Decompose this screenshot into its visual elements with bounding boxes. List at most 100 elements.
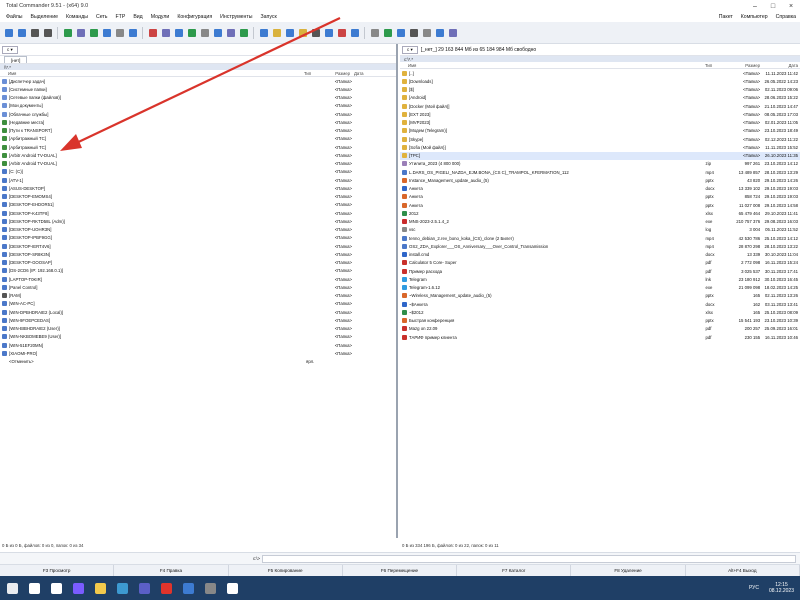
left-file-row[interactable]: [RAM] <Папка>: [0, 292, 396, 300]
right-file-row[interactable]: [Sofia (Мой файл)] <Папка> 11.11.2023 15:5…: [400, 143, 800, 151]
toolbar-button[interactable]: [298, 28, 308, 38]
left-file-row[interactable]: [Пути к TRANSPORT] <Папка>: [0, 127, 396, 135]
left-file-row[interactable]: [DESKTOP-RKTD58L (Adm)] <Папка>: [0, 217, 396, 225]
left-file-row[interactable]: [WIN-DPBHDRAIE2 (Local)] <Папка>: [0, 308, 396, 316]
menu-item[interactable]: Вид: [129, 14, 146, 20]
left-file-row[interactable]: [ASUS-DESKTOP] <Папка>: [0, 184, 396, 192]
toolbar-button[interactable]: [285, 28, 295, 38]
right-file-row[interactable]: Анкета pptx 858 724 29.10.2023 19:03: [400, 193, 800, 201]
function-key-button[interactable]: F6 Перемещение: [343, 565, 458, 576]
menu-item[interactable]: Модули: [147, 14, 174, 20]
menu-item[interactable]: FTP: [112, 14, 130, 20]
search-icon[interactable]: [24, 578, 44, 598]
menu-item[interactable]: Выделение: [26, 14, 62, 20]
toolbar-button[interactable]: [448, 28, 458, 38]
language-indicator[interactable]: РУС: [749, 585, 759, 591]
menu-item-right[interactable]: Пакет: [715, 14, 737, 20]
right-file-row[interactable]: [$] <Папка> 02.11.2023 09:06: [400, 86, 800, 94]
right-file-row[interactable]: Telegram lnk 23 180 912 30.10.2023 16:45: [400, 275, 800, 283]
right-file-row[interactable]: [TPC] <Папка> 26.10.2023 11:35: [400, 151, 800, 160]
toolbar-button[interactable]: [4, 28, 14, 38]
toolbar-button[interactable]: [187, 28, 197, 38]
toolbar-button[interactable]: [435, 28, 445, 38]
toolbar-button[interactable]: [115, 28, 125, 38]
menu-item[interactable]: Инструменты: [216, 14, 256, 20]
toolbar-button[interactable]: [409, 28, 419, 38]
function-key-button[interactable]: F7 Каталог: [457, 565, 572, 576]
right-file-row[interactable]: [MVP2023] <Папка> 02.01.2023 11:05: [400, 119, 800, 127]
left-file-row[interactable]: [Системные папки] <Папка>: [0, 85, 396, 93]
left-file-row[interactable]: [DESKTOP-K43TF8] <Папка>: [0, 209, 396, 217]
toolbar-button[interactable]: [337, 28, 347, 38]
left-file-row[interactable]: [Panel Control] <Папка>: [0, 283, 396, 291]
right-col-date[interactable]: Дата: [760, 63, 800, 68]
right-file-row[interactable]: [Android] <Папка> 28.06.2023 15:22: [400, 94, 800, 102]
left-col-name[interactable]: Имя: [0, 71, 304, 76]
left-file-row[interactable]: [Арбитражный TC] <Папка>: [0, 135, 396, 143]
start-icon[interactable]: [2, 578, 22, 598]
menu-item[interactable]: Файлы: [2, 14, 26, 20]
mail-icon[interactable]: [178, 578, 198, 598]
right-file-row[interactable]: Пример расхода pdf 3 025 537 30.11.2023 17:…: [400, 267, 800, 275]
left-file-row[interactable]: [DESKTOP-SR8K3N] <Папка>: [0, 250, 396, 258]
left-col-ext[interactable]: Тип: [304, 71, 328, 76]
toolbar-button[interactable]: [89, 28, 99, 38]
right-file-row[interactable]: 2012 xlsx 65 479 464 29.10.2023 11:41: [400, 209, 800, 217]
function-key-button[interactable]: F8 Удаление: [571, 565, 686, 576]
left-file-row[interactable]: [C: (C)] <Папка>: [0, 168, 396, 176]
close-button[interactable]: ×: [782, 0, 800, 12]
yandex-icon[interactable]: [156, 578, 176, 598]
toolbar-button[interactable]: [76, 28, 86, 38]
menu-item[interactable]: Команды: [62, 14, 92, 20]
menu-item-right[interactable]: Компьютер: [737, 14, 772, 20]
right-file-row[interactable]: ~Wireless_Management_update_audio_(5) ppt…: [400, 292, 800, 300]
left-file-row[interactable]: [Сетевые папки (файлов)] <Папка>: [0, 94, 396, 102]
toolbar-button[interactable]: [102, 28, 112, 38]
toolbar-button[interactable]: [226, 28, 236, 38]
toolbar-button[interactable]: [148, 28, 158, 38]
right-col-size[interactable]: Размер: [730, 63, 760, 68]
left-file-row[interactable]: [XIAOMI-PRO] <Папка>: [0, 349, 396, 357]
right-file-row[interactable]: [..] <Папка> 11.11.2023 11:42: [400, 69, 800, 77]
toolbar-button[interactable]: [259, 28, 269, 38]
toolbar-button[interactable]: [239, 28, 249, 38]
right-file-row[interactable]: tenno_debian_2.rev_bono_koka_(CS)_clone …: [400, 234, 800, 242]
left-panel[interactable]: c ▾ [нет] \\*.* Имя Тип Размер Дата [Дис…: [0, 44, 398, 538]
right-file-row[interactable]: Mazg on 22.09 pdf 200 257 25.09.2023 16:01: [400, 325, 800, 333]
right-file-row[interactable]: ТАРИФ пример клиента pdf 230 155 16.11.2023…: [400, 333, 800, 341]
right-file-row[interactable]: MNS-2023-2.5.1.4_2 exe 210 757 376 29.08.20…: [400, 218, 800, 226]
toolbar-button[interactable]: [200, 28, 210, 38]
toolbar-button[interactable]: [396, 28, 406, 38]
menu-item[interactable]: Конфигурация: [173, 14, 216, 20]
function-key-button[interactable]: F3 Просмотр: [0, 565, 115, 576]
browser-icon[interactable]: [68, 578, 88, 598]
left-file-row[interactable]: [Arbitr Android TV-DUAL] <Папка>: [0, 160, 396, 168]
toolbar-button[interactable]: [370, 28, 380, 38]
right-file-row[interactable]: Быстрая конференция pptx 15 541 193 23.10.2…: [400, 317, 800, 325]
left-file-row[interactable]: [DESKTOP-EHDOR51] <Папка>: [0, 201, 396, 209]
toolbar-button[interactable]: [161, 28, 171, 38]
right-file-row[interactable]: install.cmd docx 13 339 30.10.2023 11:04: [400, 251, 800, 259]
toolbar-button[interactable]: [311, 28, 321, 38]
maximize-button[interactable]: □: [764, 0, 782, 12]
right-file-row[interactable]: [Docker (Мой файл)] <Папка> 21.10.2023 14:…: [400, 102, 800, 110]
toolbar-button[interactable]: [272, 28, 282, 38]
left-file-row[interactable]: [DS-2CD6 (IP: 192.168.0.1)] <Папка>: [0, 267, 396, 275]
right-col-name[interactable]: Имя: [400, 63, 705, 68]
right-file-row[interactable]: OS2_ZDA_Explorer___ОS_Anniversary___Over…: [400, 242, 800, 250]
right-file-row[interactable]: Telegram-1.6.12 exe 21 099 098 18.02.2023 1…: [400, 284, 800, 292]
disk-icon[interactable]: [200, 578, 220, 598]
viewer-icon[interactable]: [222, 578, 242, 598]
right-file-row[interactable]: L.DARS_OS_PIGELI_NAZDA_EJM.BONA_(CS C)_T…: [400, 168, 800, 176]
right-file-row[interactable]: [Downloads] <Папка> 26.05.2022 14:23: [400, 77, 800, 85]
right-file-row[interactable]: Утилита_2023 (4 800 000) zip 997 261 23.10.…: [400, 160, 800, 168]
minimize-button[interactable]: –: [746, 0, 764, 12]
toolbar-button[interactable]: [128, 28, 138, 38]
left-file-row[interactable]: [WIN-9FOEPCEDAS] <Папка>: [0, 316, 396, 324]
left-file-row[interactable]: [LAPTOP-T0KIR] <Папка>: [0, 275, 396, 283]
clock[interactable]: 12:15 08.12.2023: [764, 582, 794, 594]
left-col-size[interactable]: Размер: [328, 71, 350, 76]
right-file-row[interactable]: [EXT 2023] <Папка> 08.05.2023 17:03: [400, 110, 800, 118]
toolbar-button[interactable]: [30, 28, 40, 38]
toolbar-button[interactable]: [43, 28, 53, 38]
